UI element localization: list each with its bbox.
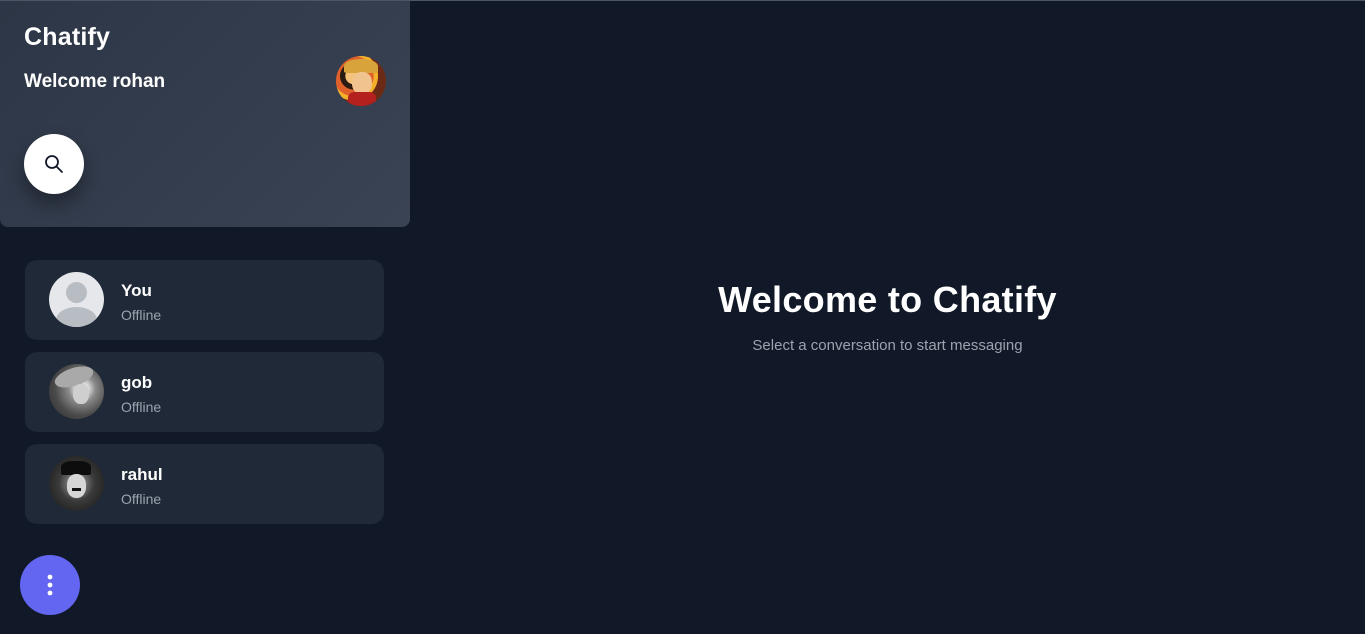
avatar-hat: [344, 59, 378, 73]
contact-avatar: [49, 456, 104, 511]
contact-item-rahul[interactable]: rahul Offline: [25, 444, 384, 524]
contact-status: Offline: [121, 307, 162, 323]
contact-list: You Offline gob Offline rahul Offline: [25, 260, 384, 536]
contact-item-gob[interactable]: gob Offline: [25, 352, 384, 432]
app-title: Chatify: [24, 23, 111, 51]
contact-name: gob: [121, 373, 153, 392]
contact-item-you[interactable]: You Offline: [25, 260, 384, 340]
sidebar-header: Chatify Welcome rohan: [0, 1, 410, 227]
welcome-panel: Welcome to Chatify Select a conversation…: [410, 279, 1365, 354]
welcome-message: Welcome rohan: [24, 71, 166, 92]
contact-status: Offline: [121, 399, 162, 415]
welcome-title: Welcome to Chatify: [718, 279, 1057, 320]
search-icon: [45, 155, 63, 173]
contact-status: Offline: [121, 491, 162, 507]
app-window: Chatify Welcome rohan You Offline gob Of…: [0, 0, 1365, 634]
contact-avatar: [49, 364, 104, 419]
menu-button[interactable]: [20, 555, 80, 615]
contact-name: rahul: [121, 465, 163, 484]
avatar-shirt: [348, 92, 376, 106]
search-button[interactable]: [24, 134, 84, 194]
default-user-avatar: [49, 272, 104, 327]
avatar-face: [352, 72, 372, 94]
contact-name: You: [121, 281, 152, 300]
more-vertical-icon: [47, 574, 53, 596]
welcome-subtitle: Select a conversation to start messaging: [752, 337, 1023, 354]
user-avatar[interactable]: [336, 56, 386, 106]
